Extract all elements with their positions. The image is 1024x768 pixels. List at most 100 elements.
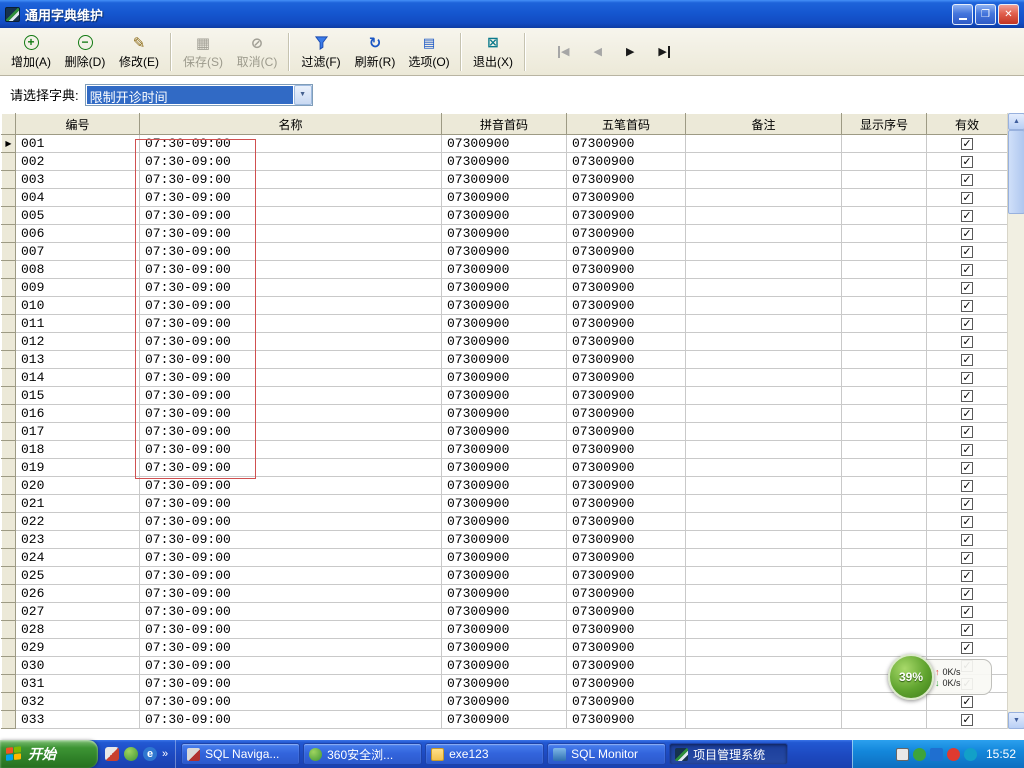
task-project-management[interactable]: 项目管理系统 [669, 743, 789, 765]
valid-checkbox[interactable]: ✓ [961, 516, 973, 529]
cell-wubi-code[interactable]: 07300900 [566, 494, 686, 513]
nav-first-button[interactable]: ◀ [556, 43, 571, 60]
cell-remark[interactable] [685, 332, 842, 351]
table-row[interactable]: 032 07:30-09:00 07300900 07300900 ✓ [1, 692, 1008, 711]
cell-valid[interactable]: ✓ [926, 602, 1008, 621]
cell-wubi-code[interactable]: 07300900 [566, 602, 686, 621]
valid-checkbox[interactable]: ✓ [961, 426, 973, 439]
col-header-number[interactable]: 编号 [15, 113, 140, 135]
cell-wubi-code[interactable]: 07300900 [566, 710, 686, 729]
vertical-scrollbar[interactable]: ▲ ▼ [1007, 113, 1024, 729]
cell-pinyin-code[interactable]: 07300900 [441, 188, 567, 207]
minimize-button[interactable] [952, 3, 973, 25]
table-row[interactable]: 020 07:30-09:00 07300900 07300900 ✓ [1, 476, 1008, 495]
cell-valid[interactable]: ✓ [926, 584, 1008, 603]
cell-display-order[interactable] [841, 260, 927, 279]
save-button[interactable]: ▦ 保存(S) [176, 30, 230, 74]
table-row[interactable]: 007 07:30-09:00 07300900 07300900 ✓ [1, 242, 1008, 261]
cell-wubi-code[interactable]: 07300900 [566, 368, 686, 387]
cell-remark[interactable] [685, 602, 842, 621]
table-row[interactable]: 026 07:30-09:00 07300900 07300900 ✓ [1, 584, 1008, 603]
cell-number[interactable]: 024 [15, 548, 140, 567]
cell-number[interactable]: 027 [15, 602, 140, 621]
cell-valid[interactable]: ✓ [926, 152, 1008, 171]
cell-remark[interactable] [685, 638, 842, 657]
cell-number[interactable]: 028 [15, 620, 140, 639]
cell-wubi-code[interactable]: 07300900 [566, 548, 686, 567]
table-row[interactable]: 031 07:30-09:00 07300900 07300900 ✓ [1, 674, 1008, 693]
cell-valid[interactable]: ✓ [926, 206, 1008, 225]
table-row[interactable]: 002 07:30-09:00 07300900 07300900 ✓ [1, 152, 1008, 171]
cell-pinyin-code[interactable]: 07300900 [441, 152, 567, 171]
cell-name[interactable]: 07:30-09:00 [139, 458, 442, 477]
ie-icon[interactable]: e [143, 747, 157, 761]
col-header-wubi-code[interactable]: 五笔首码 [566, 113, 686, 135]
cell-number[interactable]: 021 [15, 494, 140, 513]
net-percent-badge[interactable]: 39% [888, 654, 934, 700]
cancel-button[interactable]: ⊘ 取消(C) [230, 30, 284, 74]
cell-display-order[interactable] [841, 242, 927, 261]
cell-valid[interactable]: ✓ [926, 512, 1008, 531]
cell-display-order[interactable] [841, 584, 927, 603]
cell-pinyin-code[interactable]: 07300900 [441, 638, 567, 657]
cell-display-order[interactable] [841, 494, 927, 513]
cell-number[interactable]: 017 [15, 422, 140, 441]
start-button[interactable]: 开始 [0, 740, 98, 768]
cell-wubi-code[interactable]: 07300900 [566, 206, 686, 225]
col-header-display-order[interactable]: 显示序号 [841, 113, 927, 135]
cell-remark[interactable] [685, 584, 842, 603]
restore-button[interactable]: ❐ [975, 3, 996, 25]
cell-remark[interactable] [685, 134, 842, 153]
valid-checkbox[interactable]: ✓ [961, 372, 973, 385]
table-row[interactable]: 029 07:30-09:00 07300900 07300900 ✓ [1, 638, 1008, 657]
cell-wubi-code[interactable]: 07300900 [566, 476, 686, 495]
cell-display-order[interactable] [841, 530, 927, 549]
cell-pinyin-code[interactable]: 07300900 [441, 170, 567, 189]
quick-launch-more-icon[interactable]: » [162, 748, 168, 760]
cell-display-order[interactable] [841, 296, 927, 315]
cell-wubi-code[interactable]: 07300900 [566, 620, 686, 639]
cell-remark[interactable] [685, 458, 842, 477]
cell-pinyin-code[interactable]: 07300900 [441, 260, 567, 279]
cell-wubi-code[interactable]: 07300900 [566, 260, 686, 279]
cell-number[interactable]: 030 [15, 656, 140, 675]
cell-number[interactable]: 001 [15, 134, 140, 153]
cell-name[interactable]: 07:30-09:00 [139, 314, 442, 333]
cell-pinyin-code[interactable]: 07300900 [441, 620, 567, 639]
table-row[interactable]: 024 07:30-09:00 07300900 07300900 ✓ [1, 548, 1008, 567]
table-row[interactable]: 025 07:30-09:00 07300900 07300900 ✓ [1, 566, 1008, 585]
table-row[interactable]: 005 07:30-09:00 07300900 07300900 ✓ [1, 206, 1008, 225]
valid-checkbox[interactable]: ✓ [961, 408, 973, 421]
cell-wubi-code[interactable]: 07300900 [566, 638, 686, 657]
cell-pinyin-code[interactable]: 07300900 [441, 602, 567, 621]
cell-pinyin-code[interactable]: 07300900 [441, 566, 567, 585]
cell-remark[interactable] [685, 170, 842, 189]
cell-number[interactable]: 008 [15, 260, 140, 279]
cell-remark[interactable] [685, 278, 842, 297]
exit-button[interactable]: ⊠ 退出(X) [466, 30, 520, 74]
cell-remark[interactable] [685, 710, 842, 729]
cell-display-order[interactable] [841, 548, 927, 567]
cell-name[interactable]: 07:30-09:00 [139, 692, 442, 711]
cell-name[interactable]: 07:30-09:00 [139, 602, 442, 621]
table-row[interactable]: 023 07:30-09:00 07300900 07300900 ✓ [1, 530, 1008, 549]
valid-checkbox[interactable]: ✓ [961, 210, 973, 223]
cell-pinyin-code[interactable]: 07300900 [441, 584, 567, 603]
cell-wubi-code[interactable]: 07300900 [566, 674, 686, 693]
table-row[interactable]: 022 07:30-09:00 07300900 07300900 ✓ [1, 512, 1008, 531]
cell-number[interactable]: 032 [15, 692, 140, 711]
cell-pinyin-code[interactable]: 07300900 [441, 350, 567, 369]
cell-number[interactable]: 033 [15, 710, 140, 729]
cell-number[interactable]: 009 [15, 278, 140, 297]
table-row[interactable]: 010 07:30-09:00 07300900 07300900 ✓ [1, 296, 1008, 315]
cell-wubi-code[interactable]: 07300900 [566, 386, 686, 405]
cell-pinyin-code[interactable]: 07300900 [441, 692, 567, 711]
table-row[interactable]: ▶ 001 07:30-09:00 07300900 07300900 ✓ [1, 134, 1008, 153]
table-row[interactable]: 014 07:30-09:00 07300900 07300900 ✓ [1, 368, 1008, 387]
cell-pinyin-code[interactable]: 07300900 [441, 386, 567, 405]
cell-wubi-code[interactable]: 07300900 [566, 458, 686, 477]
cell-display-order[interactable] [841, 278, 927, 297]
cell-remark[interactable] [685, 350, 842, 369]
cell-remark[interactable] [685, 152, 842, 171]
cell-remark[interactable] [685, 206, 842, 225]
